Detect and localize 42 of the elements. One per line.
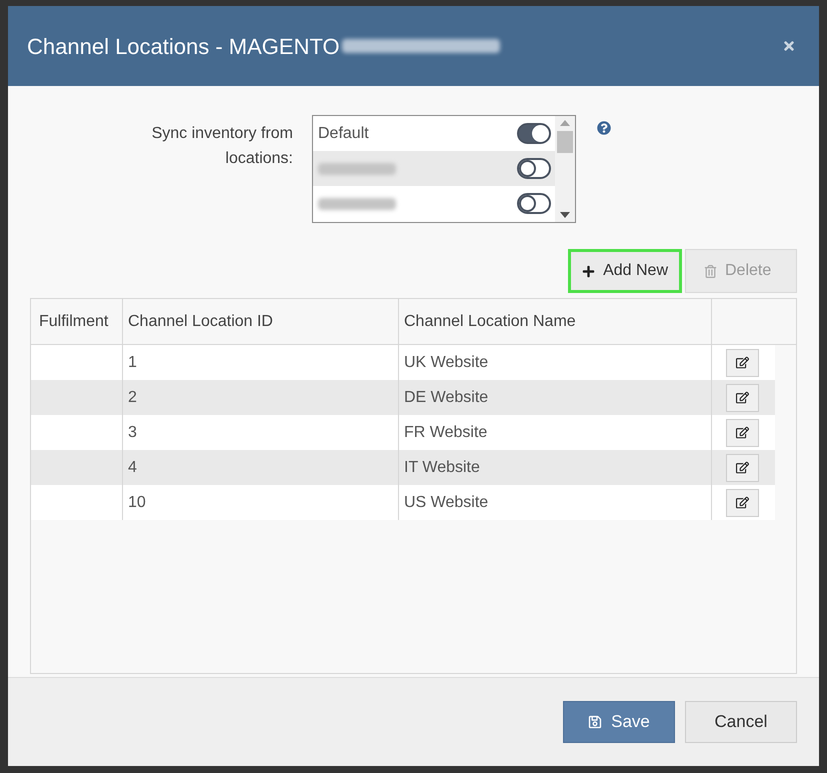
edit-icon [736, 461, 749, 474]
dialog-title: Channel Locations - MAGENTO [27, 32, 340, 60]
toggle-switch[interactable] [517, 193, 551, 214]
add-new-button[interactable]: Add New [568, 249, 682, 293]
edit-icon [736, 426, 749, 439]
location-name: Default [318, 124, 369, 144]
edit-button[interactable] [726, 454, 759, 482]
plus-icon [582, 264, 596, 278]
trash-icon [704, 264, 717, 278]
close-button[interactable] [781, 38, 797, 54]
table-cell-text: UK Website [404, 352, 488, 372]
column-header: Channel Location Name [403, 312, 576, 332]
toggle-switch[interactable] [517, 158, 551, 179]
table-cell-text: FR Website [404, 422, 488, 442]
table-cell-text: IT Website [404, 458, 480, 478]
table-cell-text: 3 [128, 422, 137, 442]
edit-icon [736, 496, 749, 509]
save-button[interactable]: Save [563, 701, 675, 743]
cancel-button[interactable]: Cancel [685, 701, 797, 743]
location-list[interactable]: Default [312, 115, 576, 223]
table-cell-text: DE Website [404, 388, 488, 408]
edit-button[interactable] [726, 384, 759, 412]
column-header: Channel Location ID [127, 312, 273, 332]
close-icon [782, 39, 796, 53]
edit-button[interactable] [726, 488, 759, 516]
scrollbar-thumb[interactable] [557, 131, 573, 153]
sync-label: Sync inventory from locations: [150, 124, 293, 169]
scroll-down-arrow-icon[interactable] [560, 212, 570, 218]
edit-button[interactable] [726, 418, 759, 446]
table-cell-text: 10 [128, 492, 146, 512]
help-button[interactable] [597, 121, 611, 135]
edit-button[interactable] [726, 348, 759, 376]
help-icon [597, 121, 611, 135]
column-header: Fulfilment [38, 312, 108, 332]
table-cell-text: 1 [128, 352, 137, 372]
edit-icon [736, 391, 749, 404]
table-cell-text: 2 [128, 388, 137, 408]
table-cell-text: US Website [404, 492, 488, 512]
table-cell-text: 4 [128, 458, 137, 478]
location-row[interactable] [313, 151, 555, 186]
edit-icon [736, 356, 749, 369]
toggle-switch[interactable] [517, 123, 551, 144]
